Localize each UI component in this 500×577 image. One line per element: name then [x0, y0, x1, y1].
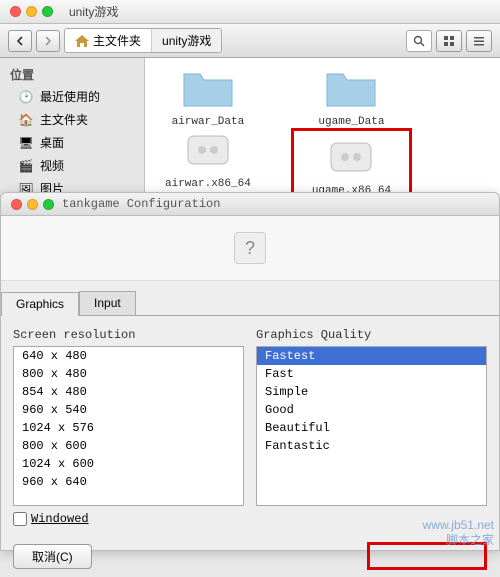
dialog-titlebar: tankgame Configuration: [1, 193, 499, 216]
tabbar: Graphics Input: [1, 291, 499, 315]
content-column: ugame_Data ugame.x86_64: [291, 68, 412, 188]
quality-listbox[interactable]: Fastest Fast Simple Good Beautiful Fanta…: [256, 346, 487, 506]
sidebar-header: 位置: [0, 64, 144, 85]
search-icon: [413, 35, 425, 47]
resolution-option[interactable]: 854 x 480: [14, 383, 243, 401]
dialog-footer: 取消(C): [1, 534, 499, 577]
quality-option[interactable]: Good: [257, 401, 486, 419]
file-item[interactable]: airwar.x86_64: [165, 128, 251, 190]
sidebar-item-desktop[interactable]: 🖥 桌面: [0, 131, 144, 154]
forward-button[interactable]: [36, 30, 60, 52]
recent-icon: 🕑: [18, 89, 34, 105]
grid-icon: [443, 35, 455, 47]
tab-content-graphics: Screen resolution 640 x 480 800 x 480 85…: [1, 315, 499, 534]
highlight-box: [367, 542, 487, 570]
file-item[interactable]: airwar_Data: [165, 68, 251, 128]
breadcrumb-home-label: 主文件夹: [93, 32, 141, 49]
chevron-left-icon: [15, 36, 25, 46]
finder-toolbar: 主文件夹 unity游戏: [0, 24, 500, 58]
home-icon: 🏠: [18, 112, 34, 128]
resolution-option[interactable]: 640 x 480: [14, 347, 243, 365]
tab-input[interactable]: Input: [79, 291, 136, 315]
minimize-icon[interactable]: [27, 199, 38, 210]
resolution-option[interactable]: 960 x 640: [14, 473, 243, 491]
sidebar-item-label: 视频: [40, 157, 64, 174]
sidebar-item-label: 桌面: [40, 134, 64, 151]
minimize-icon[interactable]: [26, 6, 37, 17]
file-label: airwar_Data: [172, 116, 245, 128]
zoom-icon[interactable]: [42, 6, 53, 17]
chevron-right-icon: [43, 36, 53, 46]
dialog-header: ?: [1, 216, 499, 281]
zoom-icon[interactable]: [43, 199, 54, 210]
video-icon: 🎬: [18, 158, 34, 174]
quality-option[interactable]: Fantastic: [257, 437, 486, 455]
windowed-checkbox[interactable]: [13, 512, 27, 526]
desktop-icon: 🖥: [18, 135, 34, 151]
dialog-title: tankgame Configuration: [62, 197, 220, 211]
breadcrumb-home[interactable]: 主文件夹: [65, 29, 152, 52]
windowed-label: Windowed: [31, 512, 89, 526]
quality-option[interactable]: Fast: [257, 365, 486, 383]
content-column: airwar_Data airwar.x86_64: [165, 68, 251, 188]
sidebar: 位置 🕑最近使用的 🏠主文件夹 🖥桌面 🎬视频 🖼图片 📄文档: [0, 58, 145, 198]
folder-icon: [325, 68, 377, 108]
view-icon-button[interactable]: [436, 30, 462, 52]
close-icon[interactable]: [10, 6, 21, 17]
home-icon: [75, 35, 89, 47]
resolution-option[interactable]: 1024 x 576: [14, 419, 243, 437]
tab-label: Graphics: [16, 297, 64, 311]
resolution-label: Screen resolution: [13, 326, 244, 346]
icon-view[interactable]: airwar_Data airwar.x86_64 ugame_Data uga…: [145, 58, 500, 198]
tab-graphics[interactable]: Graphics: [1, 292, 79, 316]
resolution-column: Screen resolution 640 x 480 800 x 480 85…: [13, 326, 244, 526]
config-dialog: tankgame Configuration ? Graphics Input …: [0, 192, 500, 551]
finder-titlebar: unity游戏: [0, 0, 500, 24]
traffic-lights: [10, 6, 53, 17]
sidebar-item-label: 主文件夹: [40, 111, 88, 128]
breadcrumb-current[interactable]: unity游戏: [152, 29, 221, 52]
folder-icon: [182, 68, 234, 108]
breadcrumb-current-label: unity游戏: [162, 32, 211, 49]
file-label: ugame_Data: [318, 116, 384, 128]
quality-label: Graphics Quality: [256, 326, 487, 346]
quality-option[interactable]: Fastest: [257, 347, 486, 365]
file-item[interactable]: ugame_Data: [291, 68, 412, 128]
quality-option[interactable]: Simple: [257, 383, 486, 401]
window-title: unity游戏: [69, 3, 118, 20]
resolution-option[interactable]: 800 x 480: [14, 365, 243, 383]
close-icon[interactable]: [11, 199, 22, 210]
executable-icon: [327, 135, 375, 177]
traffic-lights: [11, 199, 54, 210]
sidebar-item-recent[interactable]: 🕑 最近使用的: [0, 85, 144, 108]
resolution-option[interactable]: 960 x 540: [14, 401, 243, 419]
sidebar-item-home[interactable]: 🏠 主文件夹: [0, 108, 144, 131]
quality-column: Graphics Quality Fastest Fast Simple Goo…: [256, 326, 487, 526]
executable-icon: [184, 128, 232, 170]
resolution-listbox[interactable]: 640 x 480 800 x 480 854 x 480 960 x 540 …: [13, 346, 244, 506]
back-button[interactable]: [8, 30, 32, 52]
tab-label: Input: [94, 296, 121, 310]
breadcrumb: 主文件夹 unity游戏: [64, 28, 222, 53]
list-icon: [473, 35, 485, 47]
search-button[interactable]: [406, 30, 432, 52]
resolution-option[interactable]: 1024 x 600: [14, 455, 243, 473]
sidebar-item-label: 最近使用的: [40, 88, 100, 105]
windowed-row: Windowed: [13, 512, 244, 526]
finder-window: unity游戏 主文件夹 unity游戏 位: [0, 0, 500, 198]
quality-option[interactable]: Beautiful: [257, 419, 486, 437]
file-label: airwar.x86_64: [165, 178, 251, 190]
cancel-label: 取消(C): [32, 550, 73, 564]
sidebar-item-video[interactable]: 🎬 视频: [0, 154, 144, 177]
unity-logo-icon: ?: [234, 232, 266, 264]
view-list-button[interactable]: [466, 30, 492, 52]
finder-body: 位置 🕑最近使用的 🏠主文件夹 🖥桌面 🎬视频 🖼图片 📄文档 airwar_D…: [0, 58, 500, 198]
cancel-button[interactable]: 取消(C): [13, 544, 92, 569]
resolution-option[interactable]: 800 x 600: [14, 437, 243, 455]
